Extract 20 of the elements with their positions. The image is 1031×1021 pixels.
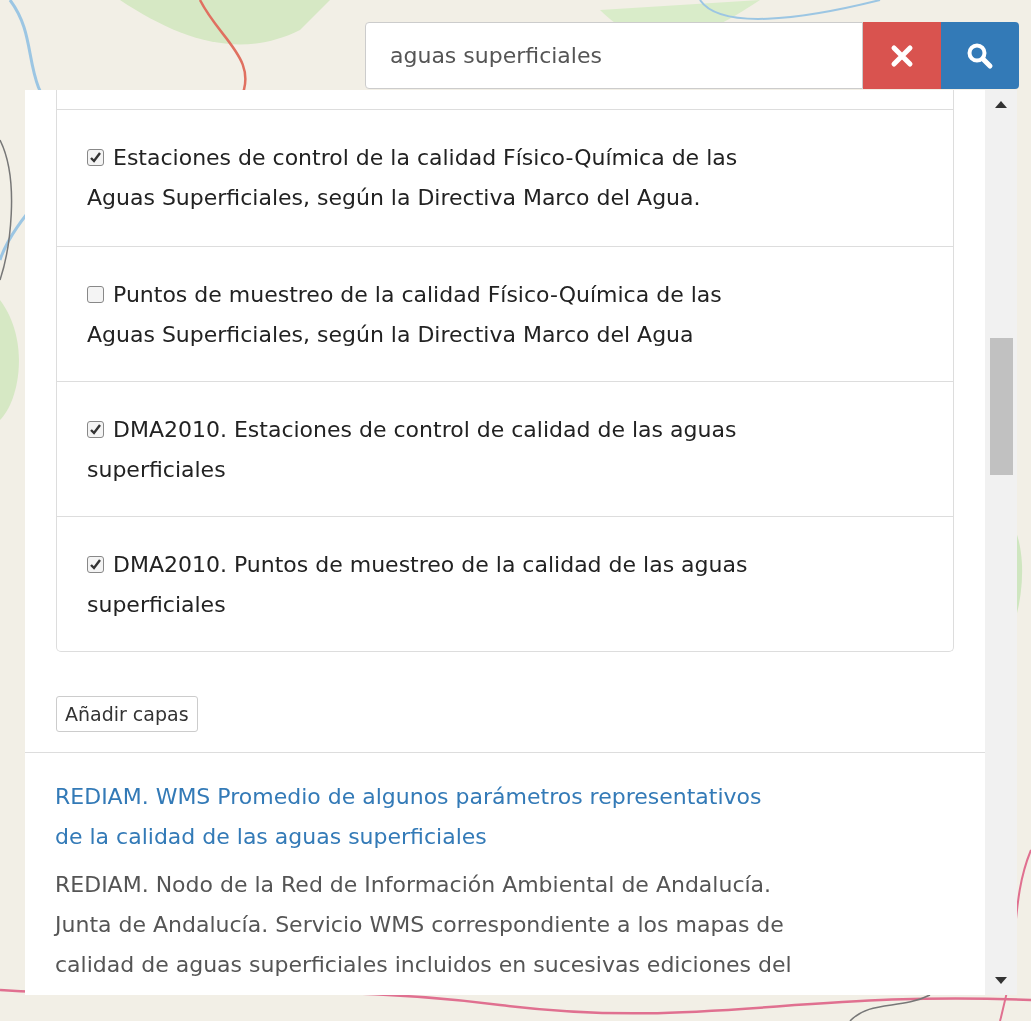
- layer-option[interactable]: DMA2010. Estaciones de control de calidad de las aguas superficiales: [87, 410, 793, 490]
- scroll-up-icon[interactable]: [995, 100, 1007, 108]
- scrollbar[interactable]: [985, 90, 1017, 995]
- checkbox[interactable]: [87, 421, 104, 438]
- search-icon: [966, 41, 994, 70]
- search-button[interactable]: [941, 22, 1019, 89]
- search-field[interactable]: aguas superficiales: [365, 22, 863, 89]
- layer-option[interactable]: DMA2010. Puntos de muestreo de la calidad de las aguas superficiales: [87, 545, 793, 625]
- result-description: REDIAM. Nodo de la Red de Información Ambiental de Andalucía. Junta de Andalucía. Servicio WMS correspondiente a los mapas de calidad de aguas superficiales incluidos en sucesivas ediciones del: [55, 871, 793, 979]
- scroll-down-icon[interactable]: [995, 977, 1007, 985]
- layer-option[interactable]: Estaciones de control de la calidad Físico-Química de las Aguas Superficiales, según la Directiva Marco del Agua.: [87, 138, 793, 218]
- close-icon: [890, 43, 914, 68]
- checkbox[interactable]: [87, 286, 104, 303]
- result-title-link[interactable]: REDIAM. WMS Promedio de algunos parámetros representativos de la calidad de las aguas superficiales: [55, 777, 775, 857]
- add-layers-button[interactable]: Añadir capas: [56, 696, 198, 732]
- checkbox[interactable]: [87, 556, 104, 573]
- layer-option[interactable]: Puntos de muestreo de la calidad Físico-Química de las Aguas Superficiales, según la Directiva Marco del Agua: [87, 275, 793, 355]
- scrollbar-thumb[interactable]: [990, 338, 1013, 475]
- clear-button[interactable]: [863, 22, 941, 89]
- checkbox[interactable]: [87, 149, 104, 166]
